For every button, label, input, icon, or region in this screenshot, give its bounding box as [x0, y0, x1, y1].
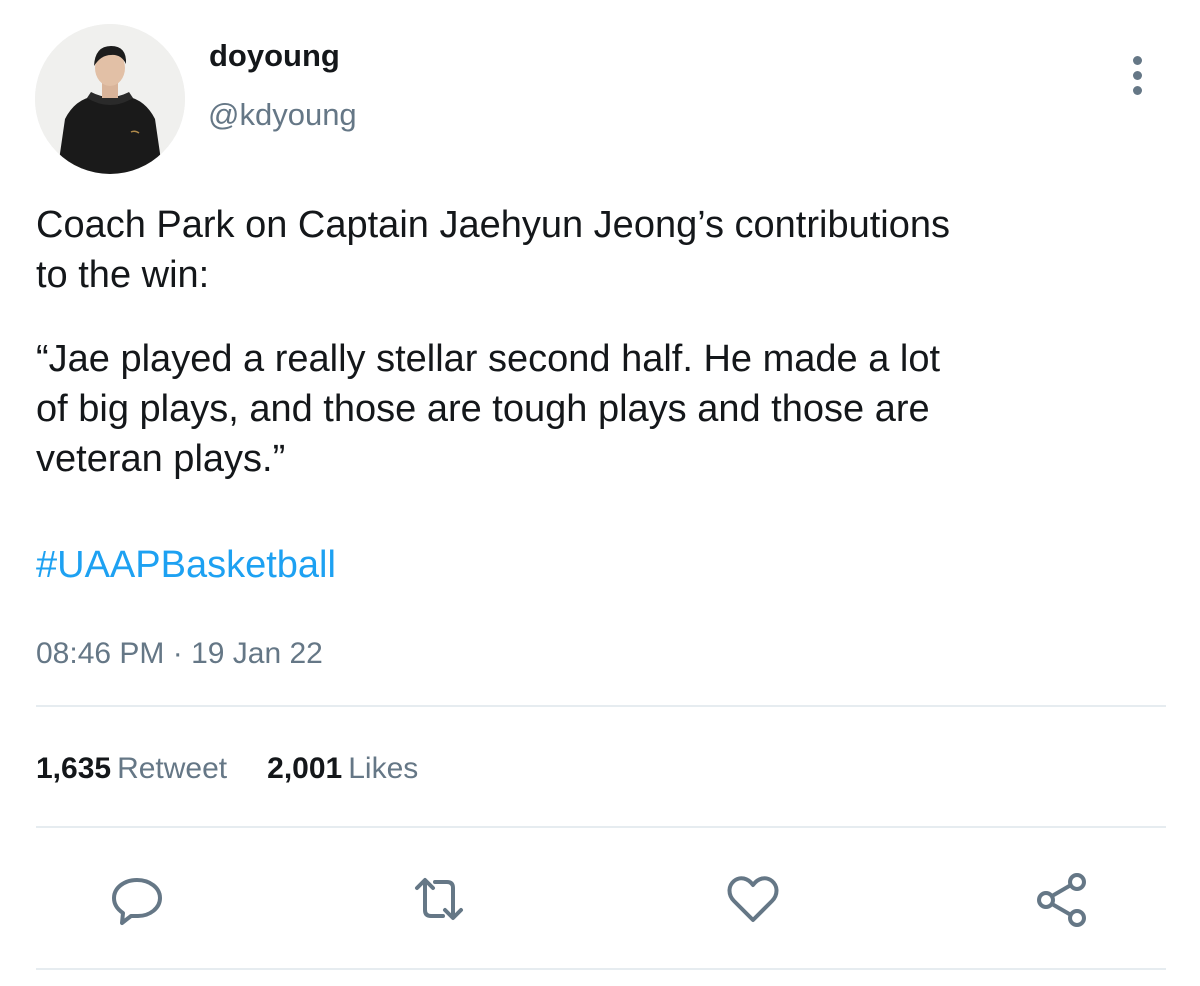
share-button[interactable]: [1032, 870, 1092, 930]
more-options-button[interactable]: [1122, 52, 1154, 98]
tweet-paragraph: “Jae played a really stellar second half…: [36, 338, 941, 480]
likes-stat[interactable]: 2,001 Likes: [267, 749, 418, 789]
avatar[interactable]: [35, 24, 185, 174]
user-handle[interactable]: @kdyoung: [208, 95, 357, 135]
retweets-stat[interactable]: 1,635 Retweet: [36, 749, 227, 789]
like-icon: [727, 876, 779, 922]
retweet-icon: [415, 878, 463, 920]
reply-icon: [112, 878, 162, 925]
display-name[interactable]: doyoung: [209, 36, 340, 76]
more-dot-icon: [1133, 71, 1142, 80]
tweet-timestamp[interactable]: 08:46 PM · 19 Jan 22: [36, 634, 323, 674]
divider: [36, 968, 1166, 970]
retweets-count: 1,635: [36, 752, 112, 785]
tweet-paragraph: Coach Park on Captain Jaehyun Jeong’s co…: [36, 204, 950, 296]
likes-count: 2,001: [267, 752, 343, 785]
hashtag-link[interactable]: #UAAPBasketball: [36, 540, 336, 590]
retweets-label: Retweet: [117, 752, 228, 785]
reply-button[interactable]: [107, 870, 167, 930]
more-dot-icon: [1133, 86, 1142, 95]
divider: [36, 826, 1166, 828]
tweet-stats: 1,635 Retweet 2,001 Likes: [36, 749, 418, 789]
likes-label: Likes: [348, 752, 419, 785]
divider: [36, 705, 1166, 707]
like-button[interactable]: [723, 870, 783, 930]
avatar-image: [35, 24, 185, 174]
tweet-text: Coach Park on Captain Jaehyun Jeong’s co…: [36, 200, 1166, 518]
tweet-actions-bar: [0, 870, 1200, 930]
more-dot-icon: [1133, 56, 1142, 65]
retweet-button[interactable]: [409, 870, 469, 930]
tweet-card: doyoung @kdyoung Coach Park on Captain J…: [0, 0, 1200, 986]
share-icon: [1037, 873, 1086, 927]
